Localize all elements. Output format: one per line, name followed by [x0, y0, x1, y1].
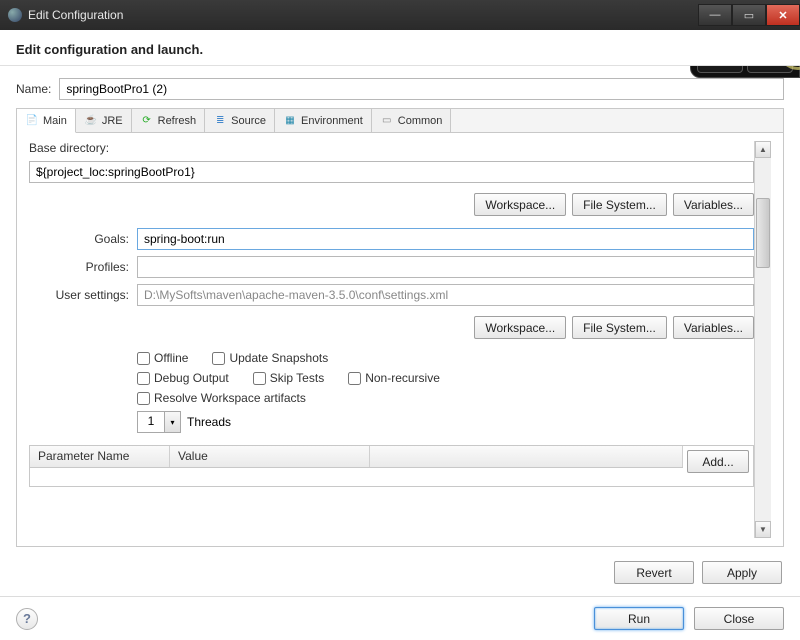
user-settings-buttons: Workspace... File System... Variables... [29, 316, 754, 339]
checkbox-row-1: Offline Update Snapshots [137, 351, 754, 365]
common-icon: ▭ [380, 114, 394, 128]
threads-value: 1 [138, 412, 164, 432]
footer-buttons: Revert Apply [16, 555, 784, 584]
checkbox-row-2: Debug Output Skip Tests Non-recursive [137, 371, 754, 385]
revert-button[interactable]: Revert [614, 561, 694, 584]
refresh-icon: ⟳ [140, 114, 154, 128]
th-value[interactable]: Value [170, 446, 370, 467]
user-settings-input[interactable] [137, 284, 754, 306]
maximize-button[interactable]: ▭ [732, 4, 766, 26]
scroll-down-icon[interactable]: ▼ [755, 521, 771, 538]
tab-common[interactable]: ▭ Common [372, 109, 452, 132]
threads-spinner[interactable]: 1 ▾ [137, 411, 181, 433]
tab-main[interactable]: 📄 Main [17, 109, 76, 133]
profiles-input[interactable] [137, 256, 754, 278]
main-tab-content: Base directory: Workspace... File System… [29, 141, 754, 538]
base-directory-input[interactable] [29, 161, 754, 183]
tab-label: Main [43, 115, 67, 127]
scroll-thumb[interactable] [756, 198, 770, 268]
scroll-up-icon[interactable]: ▲ [755, 141, 771, 158]
window-title: Edit Configuration [28, 8, 123, 22]
help-icon[interactable]: ? [16, 608, 38, 630]
eclipse-icon [8, 8, 22, 22]
tab-label: Common [398, 115, 443, 127]
titlebar[interactable]: Edit Configuration — ▭ ✕ [0, 0, 800, 30]
chevron-down-icon[interactable]: ▾ [164, 412, 180, 432]
filesystem-button[interactable]: File System... [572, 193, 667, 216]
dialog-window: Edit Configuration — ▭ ✕ 英 •, Edit confi… [0, 0, 800, 640]
tab-area: 📄 Main ☕ JRE ⟳ Refresh ≣ Source ▦ Env [16, 108, 784, 547]
tab-environment[interactable]: ▦ Environment [275, 109, 372, 132]
minimize-button[interactable]: — [698, 4, 732, 26]
th-empty[interactable] [370, 446, 683, 467]
tab-label: JRE [102, 115, 123, 127]
base-dir-buttons: Workspace... File System... Variables... [29, 193, 754, 216]
file-icon: 📄 [25, 114, 39, 128]
non-recursive-checkbox[interactable]: Non-recursive [348, 371, 440, 385]
jre-icon: ☕ [84, 114, 98, 128]
variables-button-2[interactable]: Variables... [673, 316, 754, 339]
threads-row: 1 ▾ Threads [137, 411, 754, 433]
name-input[interactable] [59, 78, 784, 100]
apply-button[interactable]: Apply [702, 561, 782, 584]
tab-jre[interactable]: ☕ JRE [76, 109, 132, 132]
tab-label: Environment [301, 115, 363, 127]
table-header: Parameter Name Value [30, 446, 683, 468]
tab-label: Source [231, 115, 266, 127]
tab-label: Refresh [158, 115, 197, 127]
profiles-label: Profiles: [29, 260, 129, 274]
source-icon: ≣ [213, 114, 227, 128]
content-area: Name: 📄 Main ☕ JRE ⟳ Refresh ≣ [0, 66, 800, 596]
user-settings-label: User settings: [29, 288, 129, 302]
debug-output-checkbox[interactable]: Debug Output [137, 371, 229, 385]
scroll-track[interactable] [755, 158, 771, 521]
workspace-button[interactable]: Workspace... [474, 193, 566, 216]
resolve-workspace-checkbox[interactable]: Resolve Workspace artifacts [137, 391, 306, 405]
vertical-scrollbar[interactable]: ▲ ▼ [754, 141, 771, 538]
update-snapshots-checkbox[interactable]: Update Snapshots [212, 351, 328, 365]
form-grid: Goals: Profiles: User settings: [29, 228, 754, 306]
threads-label: Threads [187, 415, 231, 429]
workspace-button-2[interactable]: Workspace... [474, 316, 566, 339]
table-side-buttons: Add... [683, 446, 753, 486]
tab-source[interactable]: ≣ Source [205, 109, 275, 132]
dialog-header: Edit configuration and launch. [0, 30, 800, 66]
tab-body: Base directory: Workspace... File System… [17, 133, 783, 546]
skip-tests-checkbox[interactable]: Skip Tests [253, 371, 324, 385]
offline-checkbox[interactable]: Offline [137, 351, 188, 365]
name-label: Name: [16, 82, 51, 96]
heading: Edit configuration and launch. [16, 42, 784, 57]
th-parameter-name[interactable]: Parameter Name [30, 446, 170, 467]
run-button[interactable]: Run [594, 607, 684, 630]
variables-button[interactable]: Variables... [673, 193, 754, 216]
close-window-button[interactable]: ✕ [766, 4, 800, 26]
filesystem-button-2[interactable]: File System... [572, 316, 667, 339]
tabs: 📄 Main ☕ JRE ⟳ Refresh ≣ Source ▦ Env [17, 109, 783, 133]
goals-label: Goals: [29, 232, 129, 246]
env-icon: ▦ [283, 114, 297, 128]
parameters-table: Parameter Name Value Add... [29, 445, 754, 487]
checkbox-row-3: Resolve Workspace artifacts [137, 391, 754, 405]
bottom-bar: ? Run Close [0, 596, 800, 640]
add-button[interactable]: Add... [687, 450, 749, 473]
goals-input[interactable] [137, 228, 754, 250]
close-button[interactable]: Close [694, 607, 784, 630]
base-directory-label: Base directory: [29, 141, 754, 155]
name-row: Name: [16, 78, 784, 100]
table-row[interactable] [30, 468, 683, 486]
tab-refresh[interactable]: ⟳ Refresh [132, 109, 206, 132]
